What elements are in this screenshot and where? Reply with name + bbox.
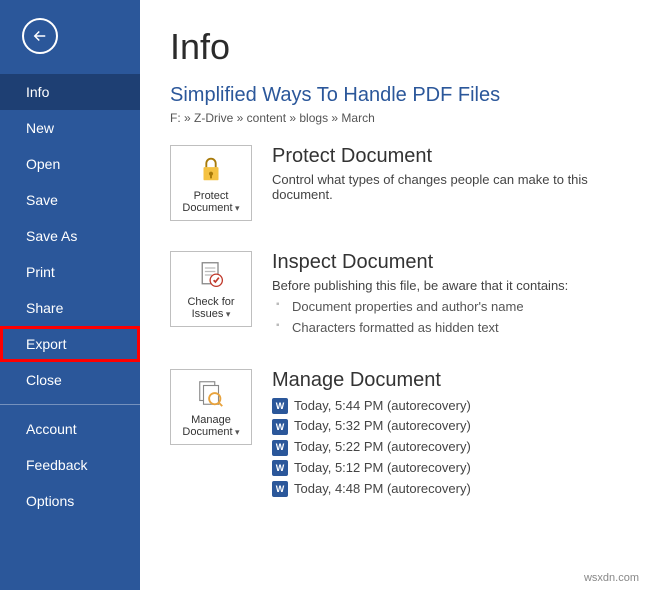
inspect-bullet: Characters formatted as hidden text	[272, 318, 621, 339]
nav-list: Info New Open Save Save As Print Share E…	[0, 74, 140, 519]
word-file-icon: W	[272, 398, 288, 414]
recovery-label: Today, 5:44 PM (autorecovery)	[294, 396, 471, 417]
nav-label: Feedback	[26, 457, 87, 473]
recovery-list: W Today, 5:44 PM (autorecovery) W Today, 5…	[272, 396, 621, 500]
protect-document-button[interactable]: Protect Document ▾	[170, 145, 252, 221]
inspect-bullet: Document properties and author's name	[272, 297, 621, 318]
chevron-down-icon: ▾	[223, 309, 230, 319]
nav-label: Close	[26, 372, 62, 388]
chevron-down-icon: ▾	[233, 427, 240, 437]
nav-item-info[interactable]: Info	[0, 74, 140, 110]
section-heading: Manage Document	[272, 369, 621, 392]
nav-label: Account	[26, 421, 77, 437]
nav-label: Open	[26, 156, 60, 172]
watermark: wsxdn.com	[584, 572, 639, 584]
button-label: Manage	[191, 414, 231, 426]
manage-document-button[interactable]: Manage Document ▾	[170, 369, 252, 445]
nav-item-save[interactable]: Save	[0, 182, 140, 218]
word-file-icon: W	[272, 481, 288, 497]
recovery-label: Today, 5:12 PM (autorecovery)	[294, 458, 471, 479]
inspect-body: Inspect Document Before publishing this …	[272, 251, 621, 339]
breadcrumb[interactable]: F: » Z-Drive » content » blogs » March	[170, 111, 621, 125]
recovery-label: Today, 5:32 PM (autorecovery)	[294, 416, 471, 437]
button-label: Document	[182, 202, 232, 214]
manage-body: Manage Document W Today, 5:44 PM (autorec…	[272, 369, 621, 500]
recovery-label: Today, 4:48 PM (autorecovery)	[294, 479, 471, 500]
lock-shield-icon	[196, 154, 226, 184]
nav-label: Share	[26, 300, 63, 316]
section-desc: Control what types of changes people can…	[272, 172, 621, 202]
nav-label: Print	[26, 264, 55, 280]
recovery-item[interactable]: W Today, 5:44 PM (autorecovery)	[272, 396, 621, 417]
nav-item-print[interactable]: Print	[0, 254, 140, 290]
button-label: Protect	[194, 190, 229, 202]
recovery-item[interactable]: W Today, 5:22 PM (autorecovery)	[272, 437, 621, 458]
document-title[interactable]: Simplified Ways To Handle PDF Files	[170, 84, 621, 107]
nav-label: Save	[26, 192, 58, 208]
nav-item-feedback[interactable]: Feedback	[0, 447, 140, 483]
protect-body: Protect Document Control what types of c…	[272, 145, 621, 221]
nav-item-share[interactable]: Share	[0, 290, 140, 326]
nav-item-close[interactable]: Close	[0, 362, 140, 398]
word-file-icon: W	[272, 440, 288, 456]
nav-label: Options	[26, 493, 74, 509]
word-file-icon: W	[272, 460, 288, 476]
section-desc: Before publishing this file, be aware th…	[272, 278, 621, 293]
section-heading: Protect Document	[272, 145, 621, 168]
inspect-bullets: Document properties and author's name Ch…	[272, 297, 621, 339]
recovery-item[interactable]: W Today, 5:32 PM (autorecovery)	[272, 416, 621, 437]
page-title: Info	[170, 26, 621, 68]
nav-separator	[0, 404, 140, 405]
nav-item-options[interactable]: Options	[0, 483, 140, 519]
document-stack-icon	[196, 378, 226, 408]
manage-section: Manage Document ▾ Manage Document W Today…	[170, 369, 621, 500]
nav-item-export[interactable]: Export	[0, 326, 140, 362]
nav-label: New	[26, 120, 54, 136]
back-button[interactable]	[22, 18, 58, 54]
recovery-label: Today, 5:22 PM (autorecovery)	[294, 437, 471, 458]
nav-item-account[interactable]: Account	[0, 411, 140, 447]
protect-section: Protect Document ▾ Protect Document Cont…	[170, 145, 621, 221]
button-label: Document	[182, 426, 232, 438]
chevron-down-icon: ▾	[233, 203, 240, 213]
nav-item-open[interactable]: Open	[0, 146, 140, 182]
button-label: Check for	[187, 296, 234, 308]
backstage-sidebar: Info New Open Save Save As Print Share E…	[0, 0, 140, 590]
nav-label: Info	[26, 84, 49, 100]
arrow-left-icon	[31, 27, 49, 45]
recovery-item[interactable]: W Today, 4:48 PM (autorecovery)	[272, 479, 621, 500]
nav-item-save-as[interactable]: Save As	[0, 218, 140, 254]
inspect-section: Check for Issues ▾ Inspect Document Befo…	[170, 251, 621, 339]
recovery-item[interactable]: W Today, 5:12 PM (autorecovery)	[272, 458, 621, 479]
nav-label: Save As	[26, 228, 77, 244]
check-for-issues-button[interactable]: Check for Issues ▾	[170, 251, 252, 327]
button-label: Issues	[192, 308, 224, 320]
main-panel: Info Simplified Ways To Handle PDF Files…	[140, 0, 647, 500]
section-heading: Inspect Document	[272, 251, 621, 274]
word-file-icon: W	[272, 419, 288, 435]
nav-label: Export	[26, 336, 66, 352]
nav-item-new[interactable]: New	[0, 110, 140, 146]
document-check-icon	[197, 260, 225, 290]
